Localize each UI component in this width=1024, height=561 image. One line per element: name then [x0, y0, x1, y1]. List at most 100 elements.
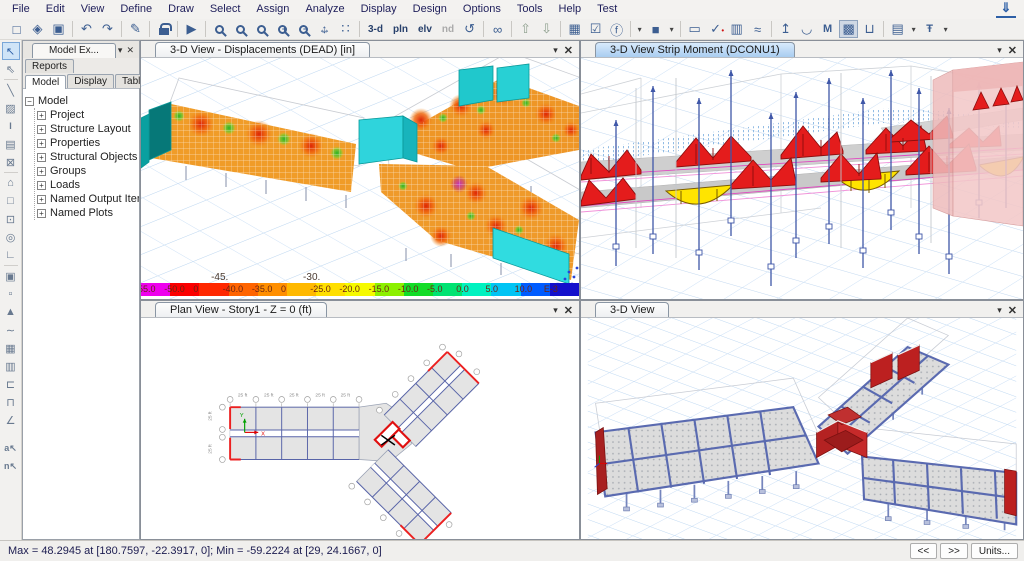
- draw-column-icon[interactable]: I: [2, 117, 20, 135]
- plan-view-button[interactable]: pln: [389, 20, 412, 38]
- draw-dimension-icon[interactable]: ⊓: [2, 393, 20, 411]
- previous-zoom-icon[interactable]: [252, 20, 271, 38]
- menu-design[interactable]: Design: [405, 0, 455, 19]
- solid-object-icon[interactable]: ■: [646, 20, 665, 38]
- expand-icon[interactable]: +: [37, 153, 46, 162]
- object-visibility-icon[interactable]: ∞: [488, 20, 507, 38]
- previous-button[interactable]: <<: [910, 543, 938, 559]
- draw-design-strip-icon[interactable]: ▦: [2, 339, 20, 357]
- tree-item-properties[interactable]: +Properties: [37, 136, 137, 150]
- named-display-button[interactable]: nd: [438, 20, 458, 38]
- viewport-3d-tab[interactable]: 3-D View: [595, 302, 669, 317]
- viewport-close-icon[interactable]: ✕: [1008, 44, 1017, 57]
- tree-item-named-plots[interactable]: +Named Plots: [37, 206, 137, 220]
- draw-beam-icon[interactable]: ▤: [2, 135, 20, 153]
- draw-section-cut-icon[interactable]: ⊏: [2, 375, 20, 393]
- open-model-icon[interactable]: ◈: [28, 20, 47, 38]
- expand-icon[interactable]: +: [37, 195, 46, 204]
- draw-mode-caret-icon[interactable]: ▾: [635, 20, 644, 38]
- menu-analyze[interactable]: Analyze: [297, 0, 352, 19]
- viewport-close-icon[interactable]: ✕: [564, 304, 573, 317]
- clear-selection-icon[interactable]: n↖: [2, 457, 20, 475]
- tree-item-groups[interactable]: +Groups: [37, 164, 137, 178]
- walkthrough-icon[interactable]: ∷: [336, 20, 355, 38]
- displacements-canvas[interactable]: -45.-30. -55.0-50.00-40.0-35.00-25.0-20.…: [141, 58, 579, 299]
- draw-tendon-icon[interactable]: ≈: [748, 20, 767, 38]
- support-pin-icon[interactable]: ↥: [776, 20, 795, 38]
- menu-draw[interactable]: Draw: [160, 0, 202, 19]
- rubber-band-zoom-icon[interactable]: [210, 20, 229, 38]
- draw-pen-icon[interactable]: ✎: [126, 20, 145, 38]
- draw-line-icon[interactable]: ╲: [2, 81, 20, 99]
- move-up-level-icon[interactable]: ⇧: [516, 20, 535, 38]
- elevation-view-button[interactable]: elv: [414, 20, 436, 38]
- viewport-caret-icon[interactable]: ▾: [997, 45, 1002, 56]
- viewport-close-icon[interactable]: ✕: [564, 44, 573, 57]
- draw-area-icon[interactable]: ⌂: [2, 174, 20, 192]
- reshape-object-icon[interactable]: ⇖: [2, 60, 20, 78]
- draw-strip-icon[interactable]: ▥: [727, 20, 746, 38]
- menu-define[interactable]: Define: [112, 0, 160, 19]
- tree-item-project[interactable]: +Project: [37, 108, 137, 122]
- expand-icon[interactable]: +: [37, 167, 46, 176]
- model-explorer-title[interactable]: Model Ex...: [32, 43, 116, 58]
- show-undeformed-icon[interactable]: ▤: [888, 20, 907, 38]
- viewport-caret-icon[interactable]: ▾: [553, 305, 558, 316]
- display-options-icon[interactable]: ▩: [839, 20, 858, 38]
- tree-item-named-output-items[interactable]: +Named Output Items: [37, 192, 137, 206]
- select-pointer-icon[interactable]: ↖: [2, 42, 20, 60]
- viewport-caret-icon[interactable]: ▾: [997, 305, 1002, 316]
- check-model-icon[interactable]: ☑: [586, 20, 605, 38]
- download-icon[interactable]: ⇓: [996, 0, 1016, 18]
- show-forces-caret-icon[interactable]: ▾: [941, 20, 950, 38]
- draw-wall-icon[interactable]: ∟: [2, 246, 20, 264]
- rotate-view-icon[interactable]: ↺: [460, 20, 479, 38]
- menu-assign[interactable]: Assign: [248, 0, 297, 19]
- viewport-caret-icon[interactable]: ▾: [553, 45, 558, 56]
- tab-reports[interactable]: Reports: [25, 59, 74, 73]
- tree-item-loads[interactable]: +Loads: [37, 178, 137, 192]
- view-3d-button[interactable]: 3-d: [364, 20, 387, 38]
- lock-icon[interactable]: [154, 20, 173, 38]
- show-forces-icon[interactable]: Ŧ: [920, 20, 939, 38]
- menu-file[interactable]: File: [4, 0, 38, 19]
- move-down-level-icon[interactable]: ⇩: [537, 20, 556, 38]
- select-all-icon[interactable]: a↖: [2, 439, 20, 457]
- expand-icon[interactable]: +: [37, 139, 46, 148]
- zoom-in-icon[interactable]: +: [273, 20, 292, 38]
- design-strip-icon[interactable]: ◡: [797, 20, 816, 38]
- restore-full-view-icon[interactable]: [231, 20, 250, 38]
- menu-display[interactable]: Display: [353, 0, 405, 19]
- menu-edit[interactable]: Edit: [38, 0, 73, 19]
- tree-item-structure-layout[interactable]: +Structure Layout: [37, 122, 137, 136]
- frame-properties-icon[interactable]: ⓕ: [607, 20, 626, 38]
- draw-rect-area-icon[interactable]: □: [2, 192, 20, 210]
- draw-rectangle-icon[interactable]: ▭: [685, 20, 704, 38]
- draw-brace-icon[interactable]: ⊠: [2, 153, 20, 171]
- plan-canvas[interactable]: 25 ft 25 ft 25 ft 25 ft 25 ft 25 ft 25 f…: [141, 318, 579, 539]
- menu-tools[interactable]: Tools: [509, 0, 551, 19]
- tab-display[interactable]: Display: [67, 74, 114, 88]
- object-shrink-icon[interactable]: ▦: [565, 20, 584, 38]
- draw-point-icon[interactable]: ✓•: [706, 20, 725, 38]
- redo-icon[interactable]: ↷: [98, 20, 117, 38]
- explorer-close-icon[interactable]: ✕: [124, 43, 136, 58]
- save-icon[interactable]: ▣: [49, 20, 68, 38]
- expand-icon[interactable]: +: [37, 125, 46, 134]
- next-button[interactable]: >>: [940, 543, 968, 559]
- pan-icon[interactable]: ↔↕: [315, 20, 334, 38]
- show-undeformed-caret-icon[interactable]: ▾: [909, 20, 918, 38]
- menu-test[interactable]: Test: [589, 0, 625, 19]
- moment-diagram-icon[interactable]: M: [818, 20, 837, 38]
- expand-icon[interactable]: +: [37, 209, 46, 218]
- units-button[interactable]: Units...: [971, 543, 1018, 559]
- draw-mesh-icon[interactable]: ▥: [2, 357, 20, 375]
- tab-model[interactable]: Model: [25, 75, 66, 89]
- viewport-close-icon[interactable]: ✕: [1008, 304, 1017, 317]
- explorer-caret-icon[interactable]: ▾: [116, 43, 125, 58]
- menu-options[interactable]: Options: [455, 0, 509, 19]
- tree-root-model[interactable]: − Model: [25, 94, 137, 108]
- zoom-out-icon[interactable]: −: [294, 20, 313, 38]
- draw-angle-icon[interactable]: ∠: [2, 411, 20, 429]
- menu-help[interactable]: Help: [551, 0, 590, 19]
